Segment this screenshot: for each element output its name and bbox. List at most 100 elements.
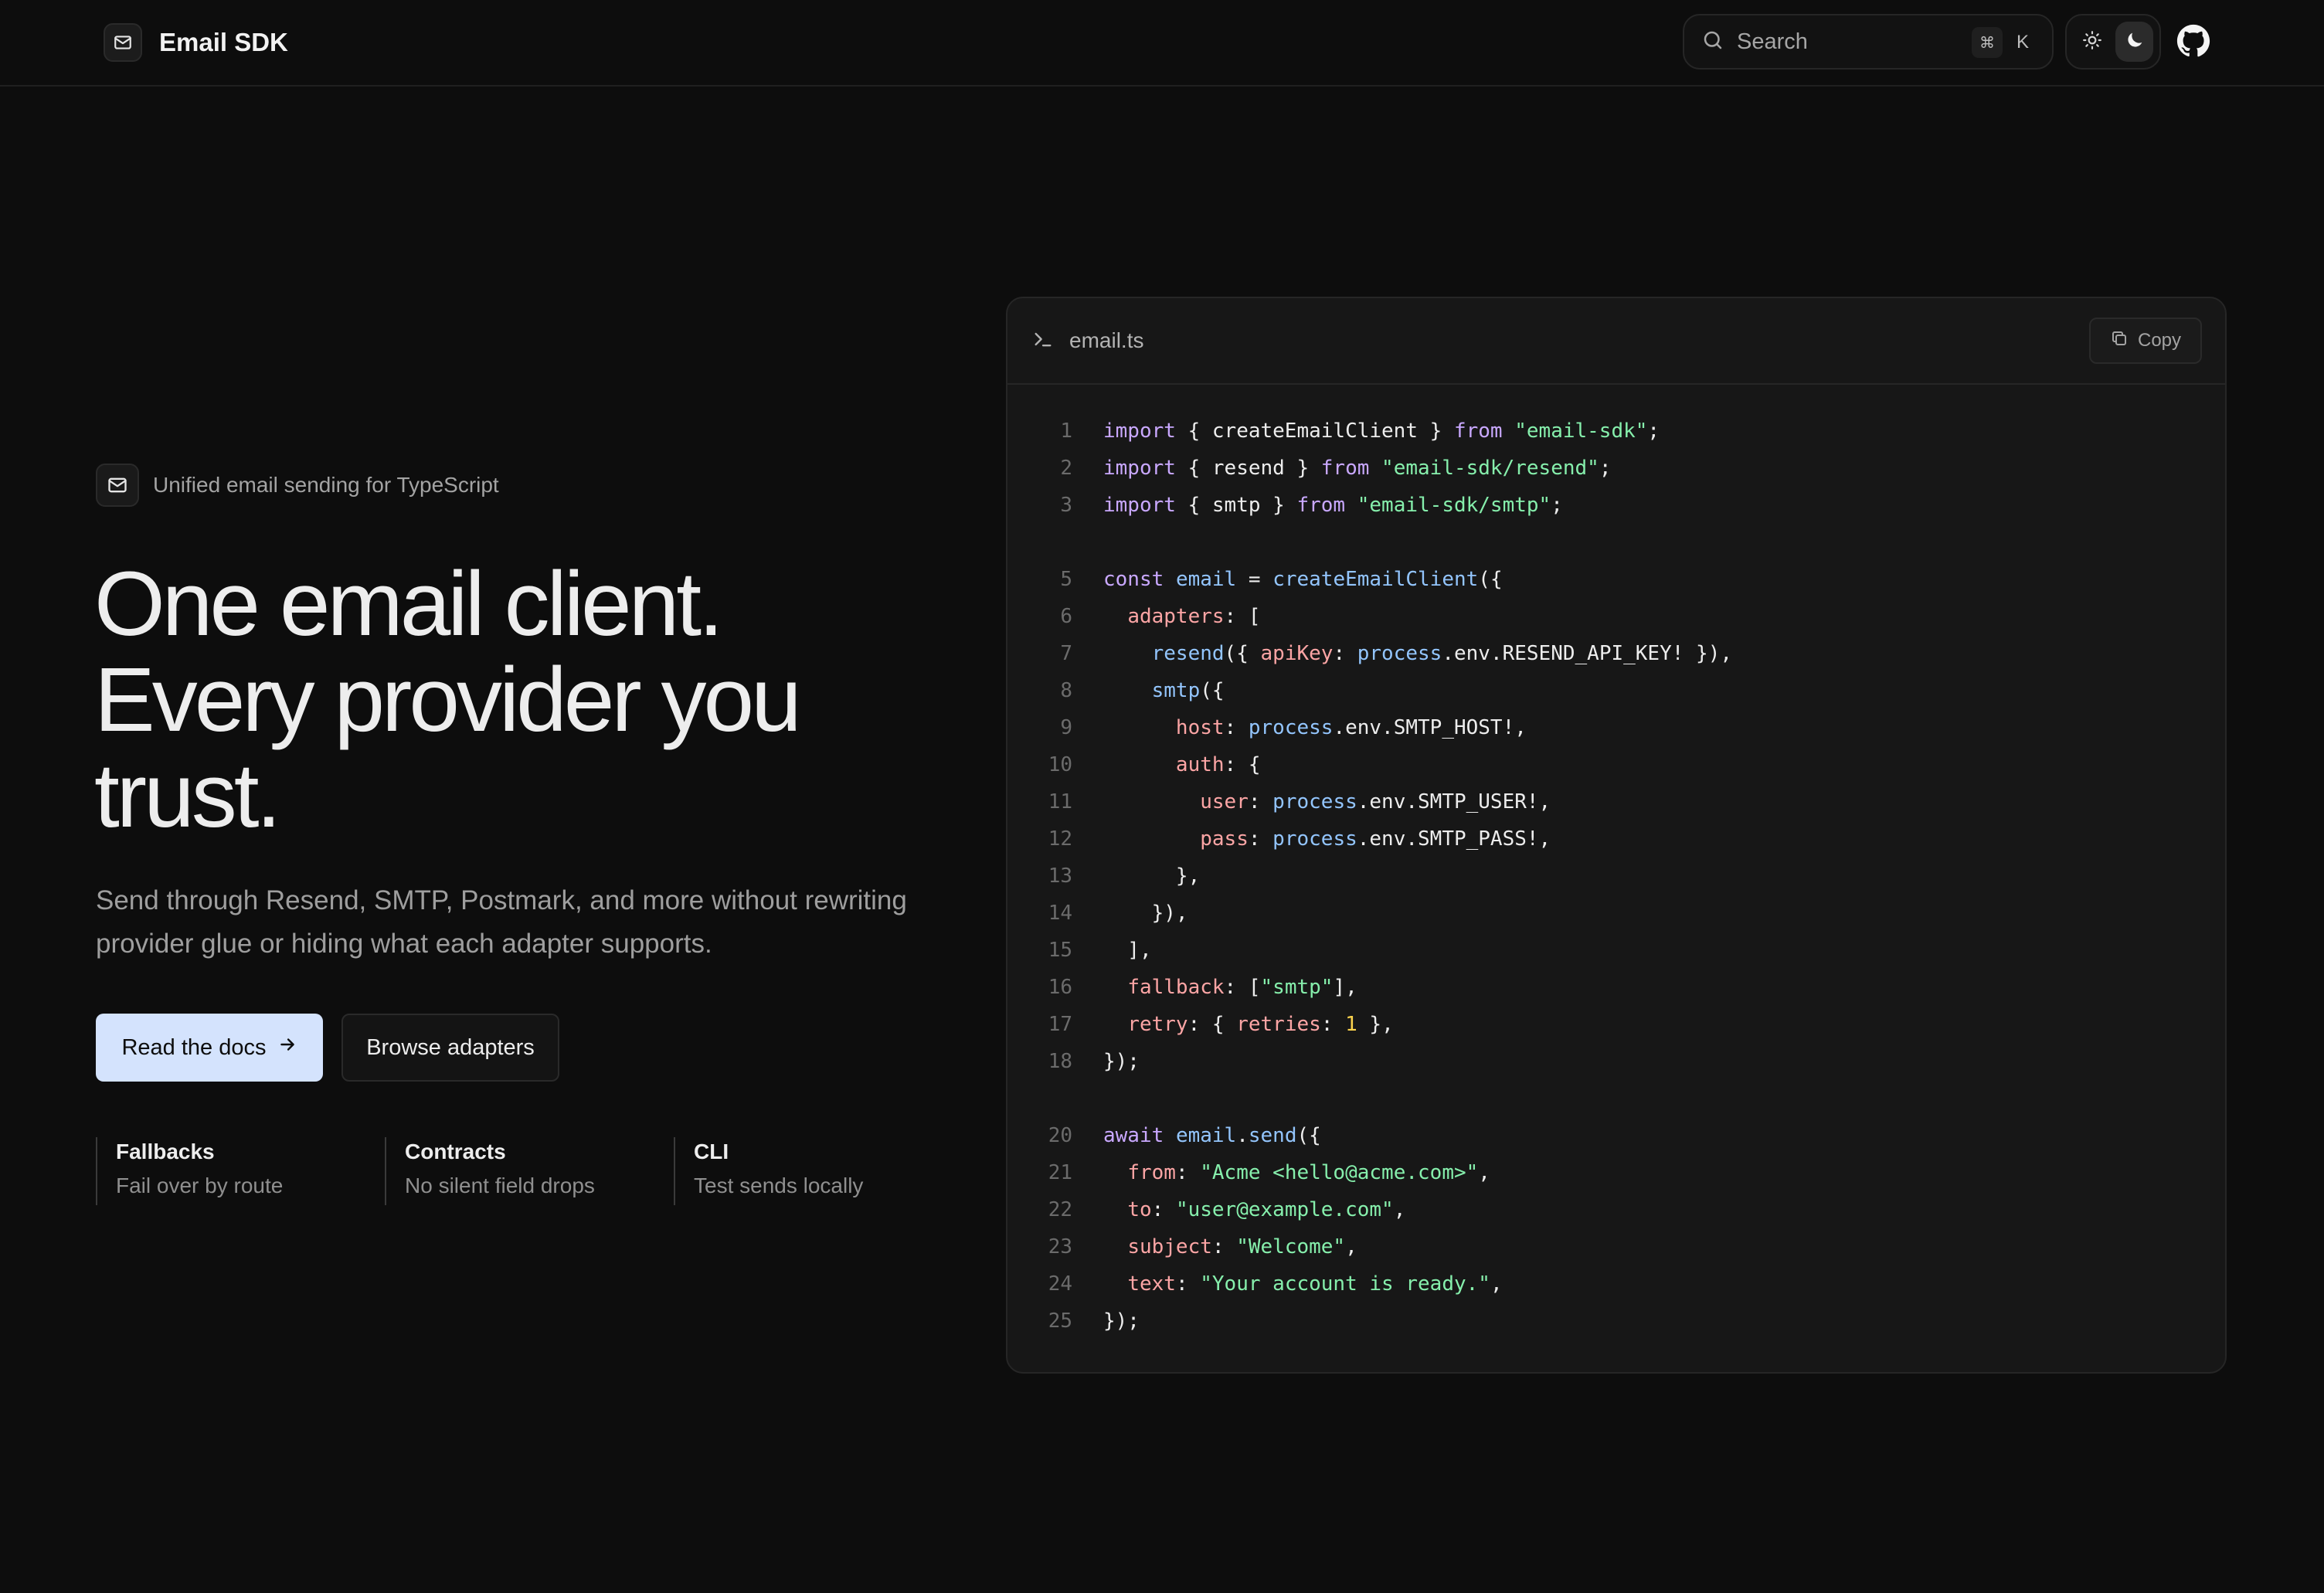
- code-token: ;: [1647, 419, 1660, 443]
- line-code: subject: "Welcome",: [1072, 1228, 1357, 1265]
- code-token: fallback: [1127, 976, 1225, 999]
- line-code: pass: process.env.SMTP_PASS!,: [1072, 820, 1551, 858]
- code-token: smtp: [1151, 679, 1201, 702]
- code-token: apiKey: [1260, 642, 1334, 665]
- line-code: await email.send({: [1072, 1117, 1321, 1154]
- code-token: pass: [1200, 827, 1249, 851]
- feature-cli: CLI Test sends locally: [674, 1137, 863, 1205]
- brand-link[interactable]: Email SDK: [104, 23, 288, 62]
- line-number: 25: [1048, 1309, 1072, 1333]
- code-token: :: [1248, 827, 1273, 851]
- code-token: adapters: [1127, 605, 1225, 628]
- code-token: from: [1320, 457, 1370, 480]
- code-line: 14 }),: [1007, 895, 2225, 932]
- code-token: ],: [1333, 976, 1357, 999]
- code-token: import: [1103, 457, 1176, 480]
- hero-tagline: Unified email sending for TypeScript: [96, 464, 499, 507]
- read-docs-button[interactable]: Read the docs: [96, 1014, 323, 1082]
- code-token: process: [1272, 827, 1357, 851]
- code-token: ({: [1478, 568, 1503, 591]
- code-token: : [: [1224, 976, 1261, 999]
- code-line: 8 smtp({: [1007, 672, 2225, 709]
- kbd-cmd: ⌘: [1972, 27, 2003, 58]
- code-line: 10 auth: {: [1007, 746, 2225, 783]
- code-line: [1007, 1080, 2225, 1117]
- line-number: 7: [1060, 642, 1072, 665]
- code-token: :: [1320, 1013, 1346, 1036]
- code-token: :: [1211, 1235, 1237, 1258]
- line-code: fallback: ["smtp"],: [1072, 969, 1357, 1006]
- copy-button[interactable]: Copy: [2089, 318, 2202, 364]
- line-code: const email = createEmailClient({: [1072, 561, 1503, 598]
- code-line: 12 pass: process.env.SMTP_PASS!,: [1007, 820, 2225, 858]
- code-token: ,: [1478, 1161, 1490, 1184]
- browse-adapters-button[interactable]: Browse adapters: [341, 1014, 559, 1082]
- code-token: from: [1127, 1161, 1176, 1184]
- line-code: import { createEmailClient } from "email…: [1072, 413, 1660, 450]
- hero-headline: One email client. Every provider you tru…: [94, 556, 944, 844]
- code-token: import: [1103, 419, 1176, 443]
- line-number: 23: [1048, 1235, 1072, 1258]
- copy-icon: [2110, 329, 2129, 353]
- line-number: 3: [1060, 494, 1072, 517]
- line-number: [1007, 524, 1072, 561]
- code-token: :: [1333, 642, 1357, 665]
- code-token: subject: [1127, 1235, 1212, 1258]
- code-token: ,: [1393, 1198, 1406, 1221]
- feature-title: Contracts: [405, 1140, 506, 1163]
- line-code: import { smtp } from "email-sdk/smtp";: [1072, 487, 1563, 524]
- line-code: });: [1072, 1043, 1140, 1080]
- light-theme-button[interactable]: [2073, 22, 2111, 62]
- line-code: resend({ apiKey: process.env.RESEND_API_…: [1072, 635, 1732, 672]
- code-token: ({: [1296, 1124, 1321, 1147]
- code-line: 17 retry: { retries: 1 },: [1007, 1006, 2225, 1043]
- code-token: ,: [1490, 1272, 1503, 1296]
- code-token: .env.SMTP_PASS!,: [1357, 827, 1551, 851]
- code-line: 11 user: process.env.SMTP_USER!,: [1007, 783, 2225, 820]
- mail-icon: [96, 464, 139, 507]
- code-token: retries: [1236, 1013, 1321, 1036]
- line-number: 6: [1060, 605, 1072, 628]
- code-line: 16 fallback: ["smtp"],: [1007, 969, 2225, 1006]
- code-token: "Your account is ready.": [1200, 1272, 1490, 1296]
- read-docs-label: Read the docs: [121, 1034, 267, 1060]
- code-token: to: [1127, 1198, 1152, 1221]
- github-link[interactable]: [2173, 22, 2214, 63]
- top-nav: Email SDK Search ⌘ K: [0, 0, 2324, 87]
- code-token: "user@example.com": [1175, 1198, 1394, 1221]
- line-number: 2: [1060, 457, 1072, 480]
- code-token: from: [1296, 494, 1346, 517]
- code-token: :: [1151, 1198, 1176, 1221]
- line-number: 5: [1060, 568, 1072, 591]
- code-token: email: [1175, 1124, 1237, 1147]
- feature-subtitle: Fail over by route: [116, 1174, 284, 1197]
- line-number: 13: [1048, 864, 1072, 888]
- code-token: { resend }: [1175, 457, 1321, 480]
- code-token: .env.SMTP_USER!,: [1357, 790, 1551, 813]
- line-code: auth: {: [1072, 746, 1261, 783]
- code-token: from: [1453, 419, 1503, 443]
- code-token: }),: [1103, 902, 1188, 925]
- terminal-icon: [1032, 328, 1054, 354]
- hero-lead: Send through Resend, SMTP, Postmark, and…: [96, 885, 907, 959]
- dark-theme-button[interactable]: [2115, 22, 2153, 62]
- code-token: });: [1103, 1050, 1140, 1073]
- browse-adapters-label: Browse adapters: [366, 1034, 535, 1060]
- line-code: text: "Your account is ready.",: [1072, 1265, 1503, 1303]
- line-number: 17: [1048, 1013, 1072, 1036]
- feature-contracts: Contracts No silent field drops: [385, 1137, 595, 1205]
- search-button[interactable]: Search ⌘ K: [1683, 14, 2054, 70]
- code-token: :: [1175, 1272, 1201, 1296]
- code-token: auth: [1175, 753, 1225, 776]
- code-token: :: [1224, 716, 1249, 739]
- code-token: },: [1103, 864, 1201, 888]
- code-line: 24 text: "Your account is ready.",: [1007, 1265, 2225, 1303]
- line-code: adapters: [: [1072, 598, 1260, 635]
- code-token: .env.RESEND_API_KEY! }),: [1442, 642, 1733, 665]
- code-line: 18});: [1007, 1043, 2225, 1080]
